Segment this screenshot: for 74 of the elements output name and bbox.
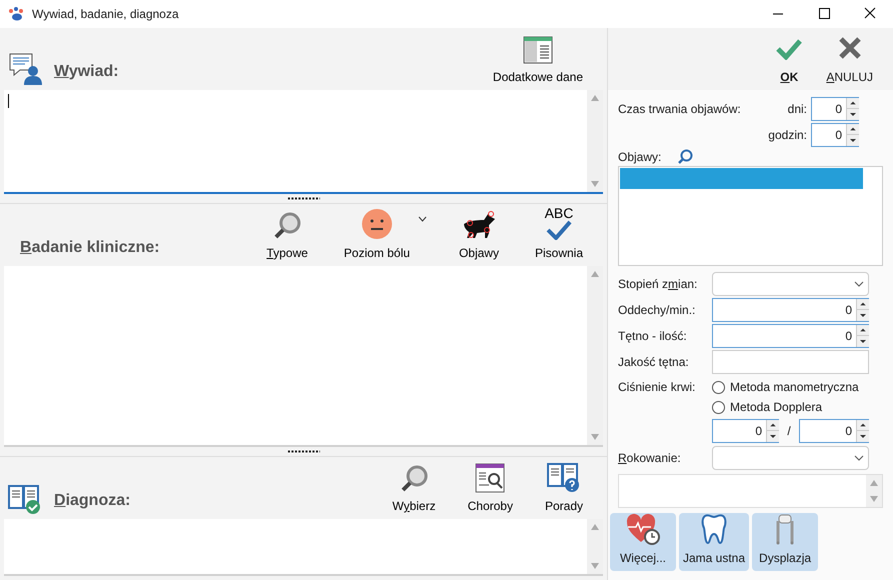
splitter-grip-icon[interactable] [286, 450, 320, 453]
dropdown-field[interactable] [712, 272, 869, 296]
splitter-grip-icon[interactable] [286, 197, 320, 200]
field-label: Rokowanie: [618, 450, 682, 467]
feature-button[interactable]: Więcej... [610, 513, 676, 571]
field-label: Czas trwania objawów: [618, 101, 741, 118]
toolbar-button[interactable]: Choroby [464, 459, 517, 515]
spin-up-icon[interactable] [767, 420, 779, 431]
spin-down-icon[interactable] [857, 310, 869, 321]
symptoms-list[interactable] [618, 166, 883, 266]
spin-up-icon[interactable] [857, 325, 869, 336]
toolbar-button[interactable]: Wybierz [388, 459, 440, 515]
separator-label: / [786, 423, 792, 440]
number-field[interactable]: 0 [811, 97, 859, 121]
field-label: Tętno - ilość: [618, 328, 688, 345]
number-field[interactable]: 0 [811, 123, 859, 147]
spin-down-icon[interactable] [857, 336, 869, 347]
cancel-button[interactable]: ANULUJ [826, 36, 873, 86]
spin-up-icon[interactable] [847, 124, 859, 135]
spin-down-icon[interactable] [847, 109, 859, 120]
field-label: Stopień zmian: [618, 276, 698, 293]
toolbar-button[interactable]: Typowe [262, 206, 312, 262]
field-label: Jakość tętna: [618, 354, 690, 371]
toolbar-button[interactable]: ABC Pisownia [530, 206, 587, 262]
feature-button[interactable]: Jama ustna [679, 513, 750, 571]
section-title: Badanie kliniczne: [20, 238, 160, 258]
spin-down-icon[interactable] [767, 431, 779, 442]
chevron-down-icon [854, 281, 864, 287]
number-field[interactable]: 0 [799, 419, 869, 443]
number-field[interactable]: 0 [712, 298, 869, 322]
text-field[interactable] [712, 350, 869, 374]
field-label: Oddechy/min.: [618, 302, 696, 319]
dropdown-field[interactable] [712, 446, 869, 470]
table-icon [522, 36, 553, 64]
toolbar-button[interactable]: Porady [540, 459, 587, 515]
book-check-icon [8, 483, 42, 515]
field-label: Ciśnienie krwi: [618, 379, 696, 396]
checkmark-icon [546, 220, 572, 240]
field-label: godzin: [768, 127, 807, 144]
close-icon [838, 36, 862, 60]
section-title: Wywiad: [54, 62, 119, 82]
ok-button[interactable]: OK [776, 38, 802, 86]
feature-button[interactable]: Dysplazja [752, 513, 818, 571]
checkmark-icon [776, 38, 802, 60]
window-title: Wywiad, badanie, diagnoza [32, 6, 179, 23]
magnifier-icon [273, 212, 302, 240]
spin-down-icon[interactable] [847, 135, 859, 146]
tooth-icon [701, 513, 728, 545]
chevron-down-icon [854, 455, 864, 461]
document-search-icon [475, 463, 506, 493]
section-title: Diagnoza: [54, 491, 130, 511]
neutral-face-icon [360, 208, 393, 240]
spin-up-icon[interactable] [857, 420, 869, 431]
chevron-down-icon[interactable] [418, 216, 427, 222]
abc-label: ABC [544, 206, 574, 220]
number-field[interactable]: 0 [712, 419, 779, 443]
text-cursor [8, 94, 9, 108]
spin-up-icon[interactable] [847, 98, 859, 109]
book-help-icon [546, 461, 581, 493]
spin-up-icon[interactable] [857, 299, 869, 310]
toolbar-button[interactable]: Dodatkowe dane [488, 30, 587, 86]
field-label: dni: [788, 101, 807, 118]
radio-option[interactable]: Metoda manometryczna [712, 378, 859, 396]
paw-logo-icon [8, 7, 24, 21]
magnifier-icon [400, 465, 428, 493]
toolbar-button[interactable]: Poziom bólu [340, 206, 414, 262]
search-icon[interactable] [677, 149, 694, 165]
spin-down-icon[interactable] [857, 431, 869, 442]
toolbar-button[interactable]: Objawy [454, 206, 503, 262]
field-label: Objawy: [618, 149, 662, 166]
speech-person-icon [8, 52, 42, 86]
heart-clock-icon [626, 513, 660, 545]
number-field[interactable]: 0 [712, 324, 869, 348]
radio-option[interactable]: Metoda Dopplera [712, 398, 859, 416]
